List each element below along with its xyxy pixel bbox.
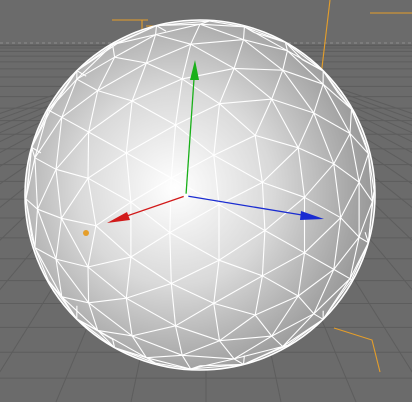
axis-origin-point[interactable]	[183, 193, 189, 199]
wireframe-edge	[87, 131, 90, 179]
wireframe-edge	[87, 266, 90, 303]
3d-viewport[interactable]	[0, 0, 412, 402]
sphere-object[interactable]	[24, 19, 376, 371]
selected-vertex-point[interactable]	[83, 230, 89, 236]
